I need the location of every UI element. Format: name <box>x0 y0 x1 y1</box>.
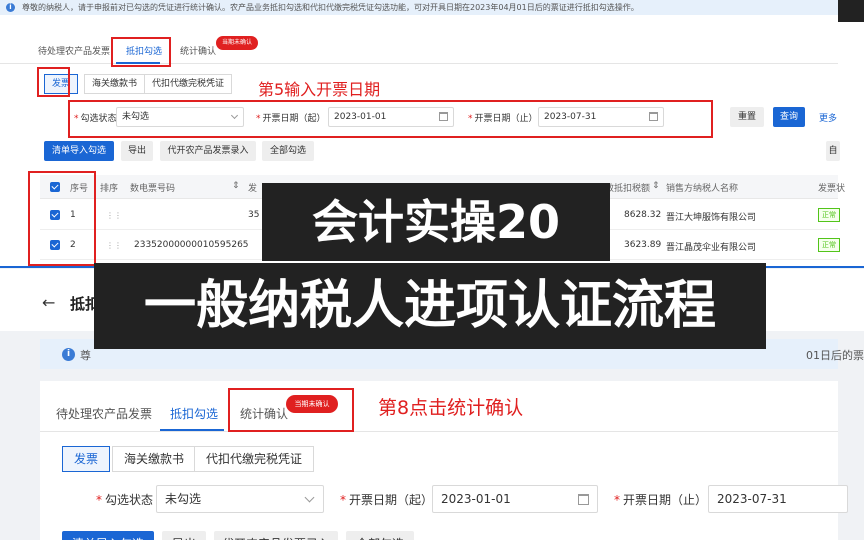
chevron-down-icon <box>304 492 315 503</box>
highlight-box-stat-tab <box>228 388 354 432</box>
row-tax: 3623.89 <box>624 240 662 250</box>
col-seller: 销售方纳税人名称 <box>666 184 739 194</box>
col-code: 发 <box>248 184 258 194</box>
drag-handle-icon[interactable]: ⋮⋮ <box>106 241 122 251</box>
row-tax: 8628.32 <box>624 210 662 220</box>
row-code: 35 <box>248 210 260 220</box>
notice-text: 尊敬的纳税人，请于申报前对已勾选的凭证进行统计确认。农产品业务抵扣勾选和代扣代缴… <box>22 3 639 12</box>
row-seller: 晋江晶茂伞业有限公司 <box>666 243 757 253</box>
export-button[interactable]: 导出 <box>162 531 206 540</box>
info-icon: i <box>6 3 15 12</box>
sort-icon[interactable]: ⇕ <box>232 181 240 191</box>
annotation-step5: 第5输入开票日期 <box>258 80 381 99</box>
highlight-box-tab <box>111 37 171 67</box>
calendar-icon <box>578 494 589 505</box>
query-button[interactable]: 查询 <box>773 107 805 127</box>
highlight-box-checkboxes <box>28 171 96 266</box>
filter-status-label: * 勾选状态 <box>96 493 154 507</box>
filter-status-label: * 勾选状态 <box>74 114 117 124</box>
segment-withholding[interactable]: 代扣代缴完税凭证 <box>194 446 315 472</box>
filter-end-label: * 开票日期（止） <box>468 114 538 124</box>
tabs-divider <box>40 431 838 432</box>
filter-start-date[interactable]: 2023-01-01 <box>328 107 454 127</box>
segment-customs[interactable]: 海关缴款书 <box>112 446 197 472</box>
filter-start-label: * 开票日期（起） <box>256 114 326 124</box>
notice-prefix: 尊 <box>80 349 91 362</box>
select-all-button[interactable]: 全部勾选 <box>346 531 414 540</box>
notice-bar: i 尊敬的纳税人，请于申报前对已勾选的凭证进行统计确认。农产品业务抵扣勾选和代扣… <box>0 0 838 15</box>
screenshot-root: i 尊敬的纳税人，请于申报前对已勾选的凭证进行统计确认。农产品业务抵扣勾选和代扣… <box>0 0 864 540</box>
reset-button[interactable]: 重置 <box>730 107 764 127</box>
sort-icon[interactable]: ⇕ <box>652 181 660 191</box>
filter-end-date[interactable]: 2023-07-31 <box>538 107 664 127</box>
title-banner-2: 一般纳税人进项认证流程 <box>94 263 766 349</box>
calendar-icon <box>439 112 448 121</box>
back-arrow-icon[interactable]: ← <box>42 293 55 312</box>
highlight-box-segment <box>37 67 70 97</box>
filter-end-date[interactable]: 2023-07-31 <box>708 485 848 513</box>
unconfirmed-badge: 当期未确认 <box>216 36 258 50</box>
agri-invoice-entry-button[interactable]: 代开农产品发票录入 <box>214 531 338 540</box>
tab-pending-agri[interactable]: 待处理农产品发票 <box>38 44 110 57</box>
col-sort: 排序 <box>100 184 119 194</box>
title-line-2: 一般纳税人进项认证流程 <box>143 276 716 336</box>
row-invoice-no: 23352000000010595265 <box>134 240 249 250</box>
agri-invoice-entry-button[interactable]: 代开农产品发票录入 <box>160 141 256 161</box>
segment-withholding[interactable]: 代扣代缴完税凭证 <box>144 74 233 94</box>
more-link[interactable]: 更多 <box>819 111 837 124</box>
tab-stat-confirm[interactable]: 统计确认 <box>180 44 216 57</box>
filter-start-date[interactable]: 2023-01-01 <box>432 485 598 513</box>
import-list-button[interactable]: 清单导入勾选 <box>62 531 154 540</box>
status-badge: 正常 <box>818 208 840 222</box>
segment-invoice[interactable]: 发票 <box>62 446 111 472</box>
filter-start-label: * 开票日期（起） <box>340 493 434 507</box>
drag-handle-icon[interactable]: ⋮⋮ <box>106 211 122 221</box>
main-card: 待处理农产品发票 抵扣勾选 统计确认 当期未确认 第8点击统计确认 发票 海关缴… <box>40 381 848 540</box>
status-badge: 正常 <box>818 238 840 252</box>
chevron-down-icon <box>230 111 239 120</box>
annotation-step8: 第8点击统计确认 <box>378 397 524 419</box>
calendar-icon <box>649 112 658 121</box>
segment-customs[interactable]: 海关缴款书 <box>84 74 146 94</box>
filter-end-label: * 开票日期（止） <box>614 493 708 507</box>
title-line-1: 会计实操20 <box>311 195 560 249</box>
filter-status-select[interactable]: 未勾选 <box>156 485 324 513</box>
col-status: 发票状 <box>818 184 846 194</box>
import-list-button[interactable]: 清单导入勾选 <box>44 141 114 161</box>
corner-block <box>838 0 864 22</box>
notice-tail: 01日后的票证 <box>806 349 864 362</box>
row-seller: 晋江大坤服饰有限公司 <box>666 213 757 223</box>
col-invoice-no: 数电票号码 <box>130 184 176 194</box>
tab-deduction-select[interactable]: 抵扣勾选 <box>170 405 218 422</box>
export-button[interactable]: 导出 <box>121 141 153 161</box>
custom-columns-button[interactable]: 自 <box>826 141 840 161</box>
tab-pending-agri[interactable]: 待处理农产品发票 <box>56 405 152 422</box>
select-all-button[interactable]: 全部勾选 <box>262 141 314 161</box>
title-banner-1: 会计实操20 <box>262 183 610 261</box>
info-icon: i <box>62 348 75 361</box>
active-tab-underline <box>160 429 224 431</box>
filter-status-select[interactable]: 未勾选 <box>116 107 244 127</box>
